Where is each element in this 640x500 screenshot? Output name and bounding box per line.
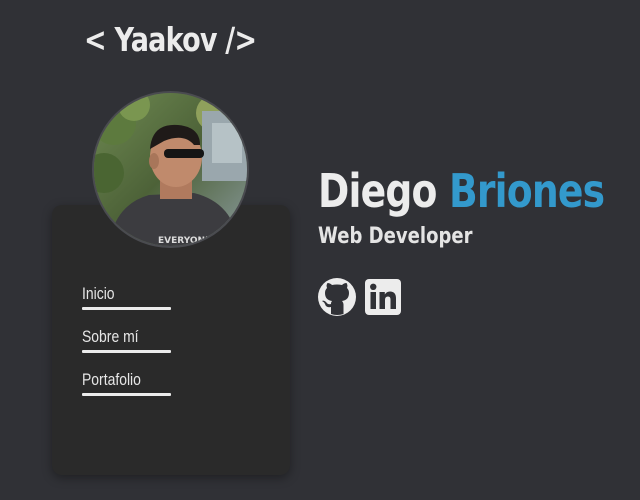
hero-role: Web Developer — [318, 224, 473, 249]
nav-item-portafolio[interactable]: Portafolio — [82, 369, 182, 412]
nav-underline — [82, 307, 171, 310]
nav-item-label: Inicio — [82, 284, 115, 303]
nav-item-label: Sobre mí — [82, 327, 139, 346]
main-nav: Inicio Sobre mí Portafolio — [82, 283, 182, 412]
github-link[interactable] — [318, 278, 356, 316]
hero-first-name: Diego — [318, 164, 437, 218]
hero-name: Diego Briones — [318, 162, 605, 220]
avatar-photo-icon: EVERYONE'S A — [94, 93, 247, 246]
avatar: EVERYONE'S A — [92, 91, 249, 248]
nav-item-sobre-mi[interactable]: Sobre mí — [82, 326, 182, 369]
nav-item-label: Portafolio — [82, 370, 141, 389]
nav-underline — [82, 393, 171, 396]
brand-logo[interactable]: < Yaakov /> — [84, 20, 257, 59]
social-links — [318, 278, 402, 316]
hero-last-name: Briones — [448, 164, 605, 218]
page: < Yaakov /> EVERYONE'S A Inicio Sobre mí… — [0, 0, 640, 500]
nav-item-inicio[interactable]: Inicio — [82, 283, 182, 326]
linkedin-icon — [365, 279, 401, 315]
github-icon — [318, 278, 356, 316]
linkedin-link[interactable] — [364, 278, 402, 316]
nav-underline — [82, 350, 171, 353]
